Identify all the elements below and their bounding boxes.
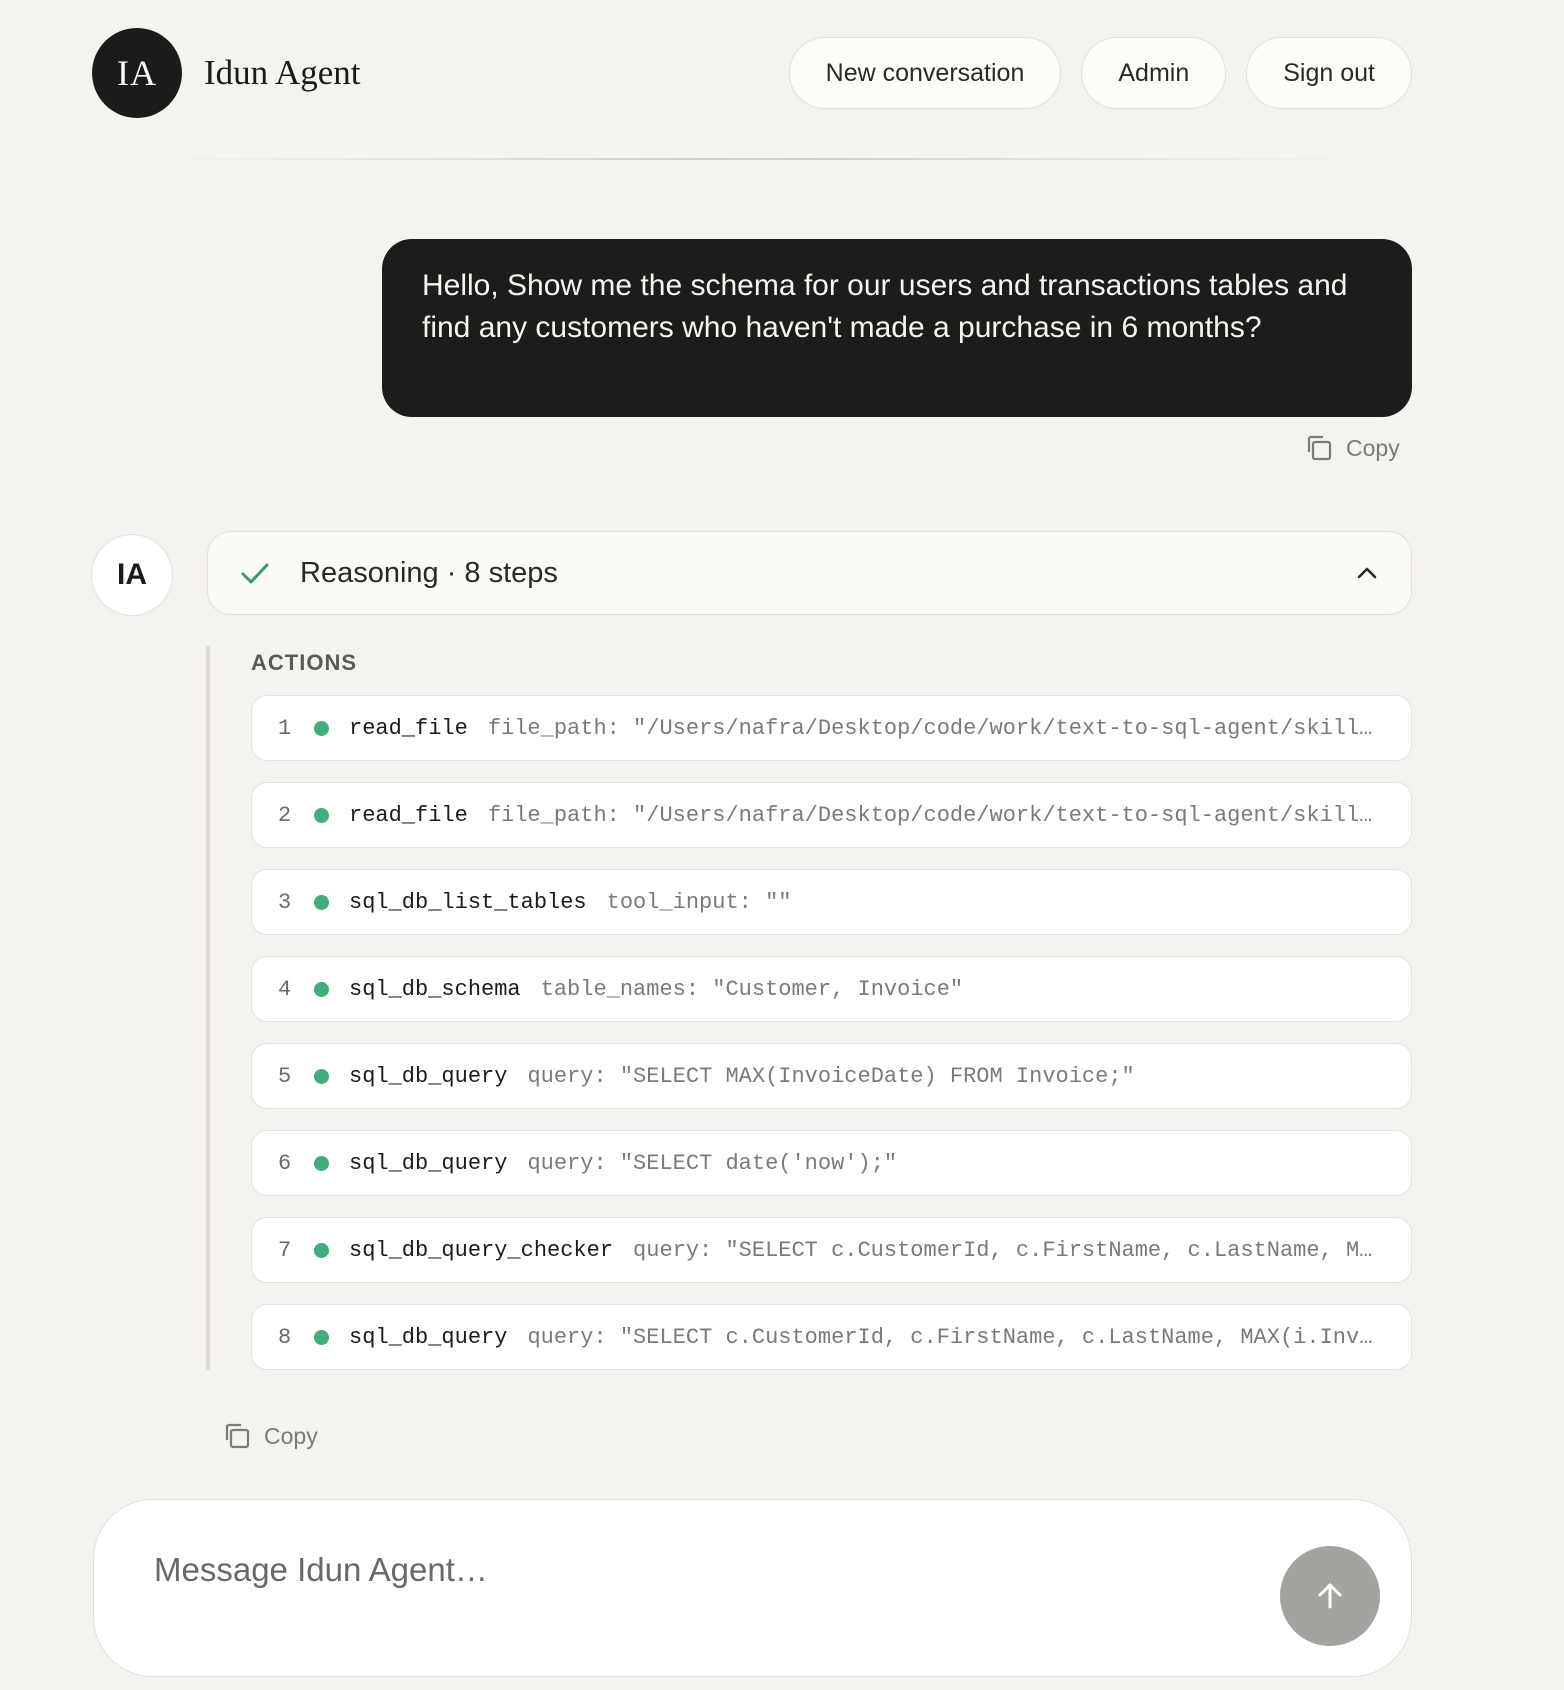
action-args: table_names: "Customer, Invoice" (540, 976, 964, 1002)
status-dot (314, 807, 329, 823)
brand: IA Idun Agent (92, 28, 361, 118)
actions-label: ACTIONS (251, 650, 357, 675)
reasoning-toggle[interactable]: Reasoning · 8 steps (207, 531, 1412, 615)
action-number: 6 (278, 1150, 292, 1176)
chat-page: IA Idun Agent New conversation Admin Sig… (0, 0, 1564, 1690)
status-dot (314, 1329, 329, 1345)
send-button[interactable] (1280, 1546, 1380, 1646)
action-number: 5 (278, 1063, 292, 1089)
status-dot (314, 1242, 329, 1258)
reasoning-title: Reasoning · 8 steps (300, 556, 558, 589)
message-input[interactable] (154, 1548, 1154, 1592)
action-row[interactable]: 5 sql_db_query query: "SELECT MAX(Invoic… (251, 1043, 1412, 1109)
action-args: query: "SELECT MAX(InvoiceDate) FROM Inv… (527, 1063, 1135, 1089)
message-composer (93, 1499, 1412, 1677)
sign-out-button[interactable]: Sign out (1246, 37, 1412, 109)
status-dot (314, 720, 329, 736)
action-row[interactable]: 8 sql_db_query query: "SELECT c.Customer… (251, 1304, 1412, 1370)
action-args: file_path: "/Users/nafra/Desktop/code/wo… (487, 802, 1381, 828)
header-nav: New conversation Admin Sign out (788, 37, 1412, 109)
actions-rail (206, 646, 210, 1370)
action-tool: sql_db_query (349, 1063, 508, 1089)
action-tool: sql_db_schema (349, 976, 521, 1002)
copy-user-message-button[interactable]: Copy (1304, 433, 1400, 463)
action-tool: sql_db_query (349, 1324, 508, 1350)
action-row[interactable]: 3 sql_db_list_tables tool_input: "" (251, 869, 1412, 935)
copy-icon (225, 1423, 250, 1449)
action-number: 1 (278, 715, 292, 741)
top-header: IA Idun Agent New conversation Admin Sig… (92, 28, 1412, 118)
action-number: 4 (278, 976, 292, 1002)
action-args: file_path: "/Users/nafra/Desktop/code/wo… (487, 715, 1381, 741)
arrow-up-icon (1318, 1583, 1342, 1609)
agent-avatar: IA (91, 534, 173, 616)
copy-label: Copy (1346, 434, 1400, 461)
action-args: query: "SELECT c.CustomerId, c.FirstName… (527, 1324, 1381, 1350)
action-tool: sql_db_query_checker (349, 1237, 614, 1263)
admin-button[interactable]: Admin (1081, 37, 1227, 109)
action-row[interactable]: 7 sql_db_query_checker query: "SELECT c.… (251, 1217, 1412, 1283)
action-number: 8 (278, 1324, 292, 1350)
check-icon (241, 563, 269, 584)
status-dot (314, 1155, 329, 1171)
status-dot (314, 1068, 329, 1084)
copy-icon (1307, 435, 1332, 461)
action-number: 3 (278, 889, 292, 915)
new-conversation-button[interactable]: New conversation (788, 37, 1062, 109)
header-divider (150, 158, 1364, 160)
action-tool: sql_db_list_tables (349, 889, 587, 915)
action-number: 7 (278, 1237, 292, 1263)
copy-label: Copy (264, 1422, 318, 1449)
action-row[interactable]: 1 read_file file_path: "/Users/nafra/Des… (251, 695, 1412, 761)
action-row[interactable]: 6 sql_db_query query: "SELECT date('now'… (251, 1130, 1412, 1196)
action-args: query: "SELECT c.CustomerId, c.FirstName… (633, 1237, 1381, 1263)
brand-logo: IA (92, 28, 182, 118)
action-tool: read_file (349, 715, 468, 741)
action-args: query: "SELECT date('now');" (527, 1150, 898, 1176)
status-dot (314, 894, 329, 910)
action-number: 2 (278, 802, 292, 828)
app-name: Idun Agent (204, 53, 361, 92)
action-row[interactable]: 4 sql_db_schema table_names: "Customer, … (251, 956, 1412, 1022)
action-row[interactable]: 2 read_file file_path: "/Users/nafra/Des… (251, 782, 1412, 848)
action-args: tool_input: "" (606, 889, 792, 915)
status-dot (314, 981, 329, 997)
copy-agent-message-button[interactable]: Copy (222, 1421, 318, 1451)
action-tool: sql_db_query (349, 1150, 508, 1176)
chevron-up-icon (1357, 567, 1377, 579)
user-message-bubble: Hello, Show me the schema for our users … (382, 239, 1412, 417)
action-tool: read_file (349, 802, 468, 828)
